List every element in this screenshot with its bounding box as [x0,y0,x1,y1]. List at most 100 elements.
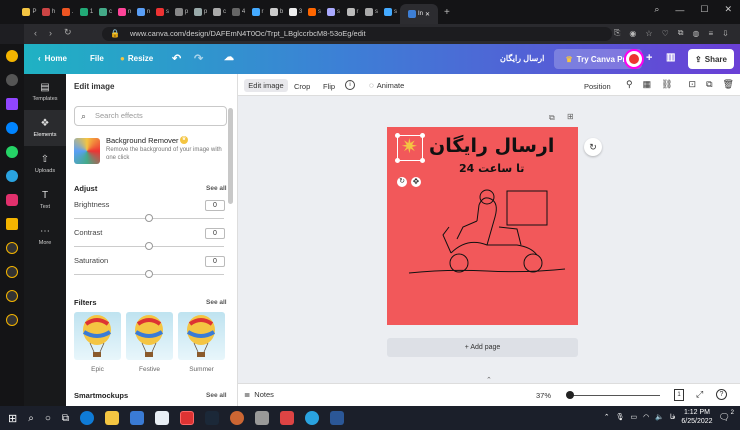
windows-start-icon[interactable]: ⊞ [8,412,17,425]
help-icon[interactable]: ? [716,389,727,400]
browser-tab[interactable]: 3 [286,4,305,20]
reload-icon[interactable]: ↻ [64,27,72,38]
resize-handle[interactable] [395,158,400,163]
slider-knob[interactable] [145,214,153,222]
browser-tab[interactable]: c [210,4,229,20]
edit-image-button[interactable]: Edit image [244,79,288,92]
telegram-icon[interactable] [305,411,320,425]
browser-tab[interactable]: s [362,4,381,20]
url-field[interactable]: 🔒 www.canva.com/design/DAFEmN4T0Oc/Trpt_… [102,27,612,41]
word-icon[interactable] [330,411,345,425]
zoom-slider-track[interactable] [570,395,660,396]
slider-value-input[interactable]: 0 [205,228,225,239]
telegram-icon[interactable] [6,170,18,182]
back-icon[interactable]: ‹ [34,28,37,38]
notes-button[interactable]: ≣ Notes [244,390,274,399]
share-page-icon[interactable]: ⎘ [614,28,620,38]
file-menu[interactable]: File [90,54,104,63]
app-icon[interactable] [255,411,270,425]
maximize-icon[interactable]: ☐ [700,4,708,15]
delete-icon[interactable]: 🗑 [723,79,734,90]
language-indicator[interactable]: فا [670,413,675,421]
avatar[interactable] [624,49,644,69]
background-remover-card[interactable]: Background Remover ♛ Remove the backgrou… [74,136,234,166]
slider-knob[interactable] [145,242,153,250]
opera-icon[interactable] [180,411,195,425]
rail-item-uploads[interactable]: ⇧ Uploads [24,146,66,182]
heart-icon[interactable]: ♡ [662,29,669,38]
paint-format-icon[interactable]: ⚲ [626,79,633,90]
browser-tab[interactable]: n [115,4,134,20]
transparency-icon[interactable]: ▦ [643,79,652,90]
undo-icon[interactable]: ↶ [172,52,181,65]
store-icon[interactable] [130,411,145,425]
rail-item-more[interactable]: ⋯ More [24,218,66,254]
delivery-scooter-illustration[interactable] [407,187,567,279]
account-icon[interactable]: ◍ [692,29,699,38]
search-tabs-icon[interactable]: ⌕ [654,4,659,15]
new-tab-button[interactable]: + [444,7,450,18]
browser-tab[interactable]: b [267,4,286,20]
resize-handle[interactable] [420,158,425,163]
browser-tab[interactable]: s [305,4,324,20]
music-icon[interactable] [6,242,18,254]
extensions-icon[interactable]: ⧉ [678,28,684,38]
info-icon[interactable]: i [345,80,355,90]
cortana-icon[interactable]: ○ [45,413,51,424]
zoom-slider-knob[interactable] [566,391,574,399]
close-tab-icon[interactable]: ✕ [425,11,430,18]
pinboard-icon[interactable] [6,290,18,302]
lock-icon[interactable]: ⊡ [689,79,697,90]
redo-icon[interactable]: ↷ [194,52,203,65]
slider-value-input[interactable]: 0 [205,256,225,267]
position-button[interactable]: Position [584,82,611,91]
forward-icon[interactable]: › [49,28,52,38]
settings-icon[interactable]: ≡ [708,29,713,38]
filter-summer[interactable]: Summer [178,312,225,373]
resize-button[interactable]: ● Resize [120,54,153,63]
search-icon[interactable]: ⌕ [28,413,34,424]
browser-tab[interactable]: . [58,4,77,20]
flip-button[interactable]: Flip [323,82,335,91]
twitch-icon[interactable] [6,98,18,110]
file-explorer-icon[interactable] [105,411,120,425]
task-view-icon[interactable]: ⧉ [62,413,69,424]
selection-frame[interactable]: ✷ [395,133,425,163]
close-window-icon[interactable]: ✕ [724,4,732,15]
whatsapp-icon[interactable] [6,146,18,158]
minimize-icon[interactable]: — [675,5,684,15]
page-count[interactable]: 1 [674,389,684,401]
design-page[interactable]: ✷ ↻ ✥ ارسال رایگان تا ساعت 24 [387,127,578,325]
duplicate-page-icon[interactable]: ⧉ [549,113,555,123]
search-effects-input[interactable]: ⌕ Search effects [74,106,227,126]
duplicate-icon[interactable]: ⧉ [706,79,712,90]
panel-scrollbar[interactable] [228,108,233,204]
animate-button[interactable]: ◌ Animate [369,81,404,90]
add-page-icon[interactable]: ⊞ [567,112,574,121]
insights-icon[interactable]: ▥ [666,52,675,63]
browser-tab[interactable]: s [153,4,172,20]
fullscreen-icon[interactable]: ⤢ [696,389,703,400]
tab-active[interactable]: In ✕ [400,4,438,24]
speed-dial-icon[interactable] [6,50,18,62]
browser-tab[interactable]: n [134,4,153,20]
canvas-subline[interactable]: تا ساعت 24 [459,162,524,175]
bookmark-icon[interactable]: ☆ [645,29,652,38]
canvas-headline[interactable]: ارسال رایگان [429,135,554,157]
resize-handle[interactable] [420,133,425,138]
filter-festive[interactable]: Festive [126,312,173,373]
clock-icon[interactable] [6,266,18,278]
battery-icon[interactable]: ▭ [630,413,637,421]
game-icon[interactable] [230,411,245,425]
clock[interactable]: 1:12 PM 6/25/2022 [681,408,712,426]
steam-icon[interactable] [205,411,220,425]
home-button[interactable]: ‹ Home [38,54,67,63]
instagram-icon[interactable] [6,194,18,206]
browser-tab[interactable]: r [343,4,362,20]
share-button[interactable]: ⇪ Share [688,49,734,69]
mail-icon[interactable] [155,411,170,425]
browser-tab[interactable]: 4 [229,4,248,20]
edge-icon[interactable] [80,411,95,425]
rail-item-text[interactable]: T Text [24,182,66,218]
slider-knob[interactable] [145,270,153,278]
